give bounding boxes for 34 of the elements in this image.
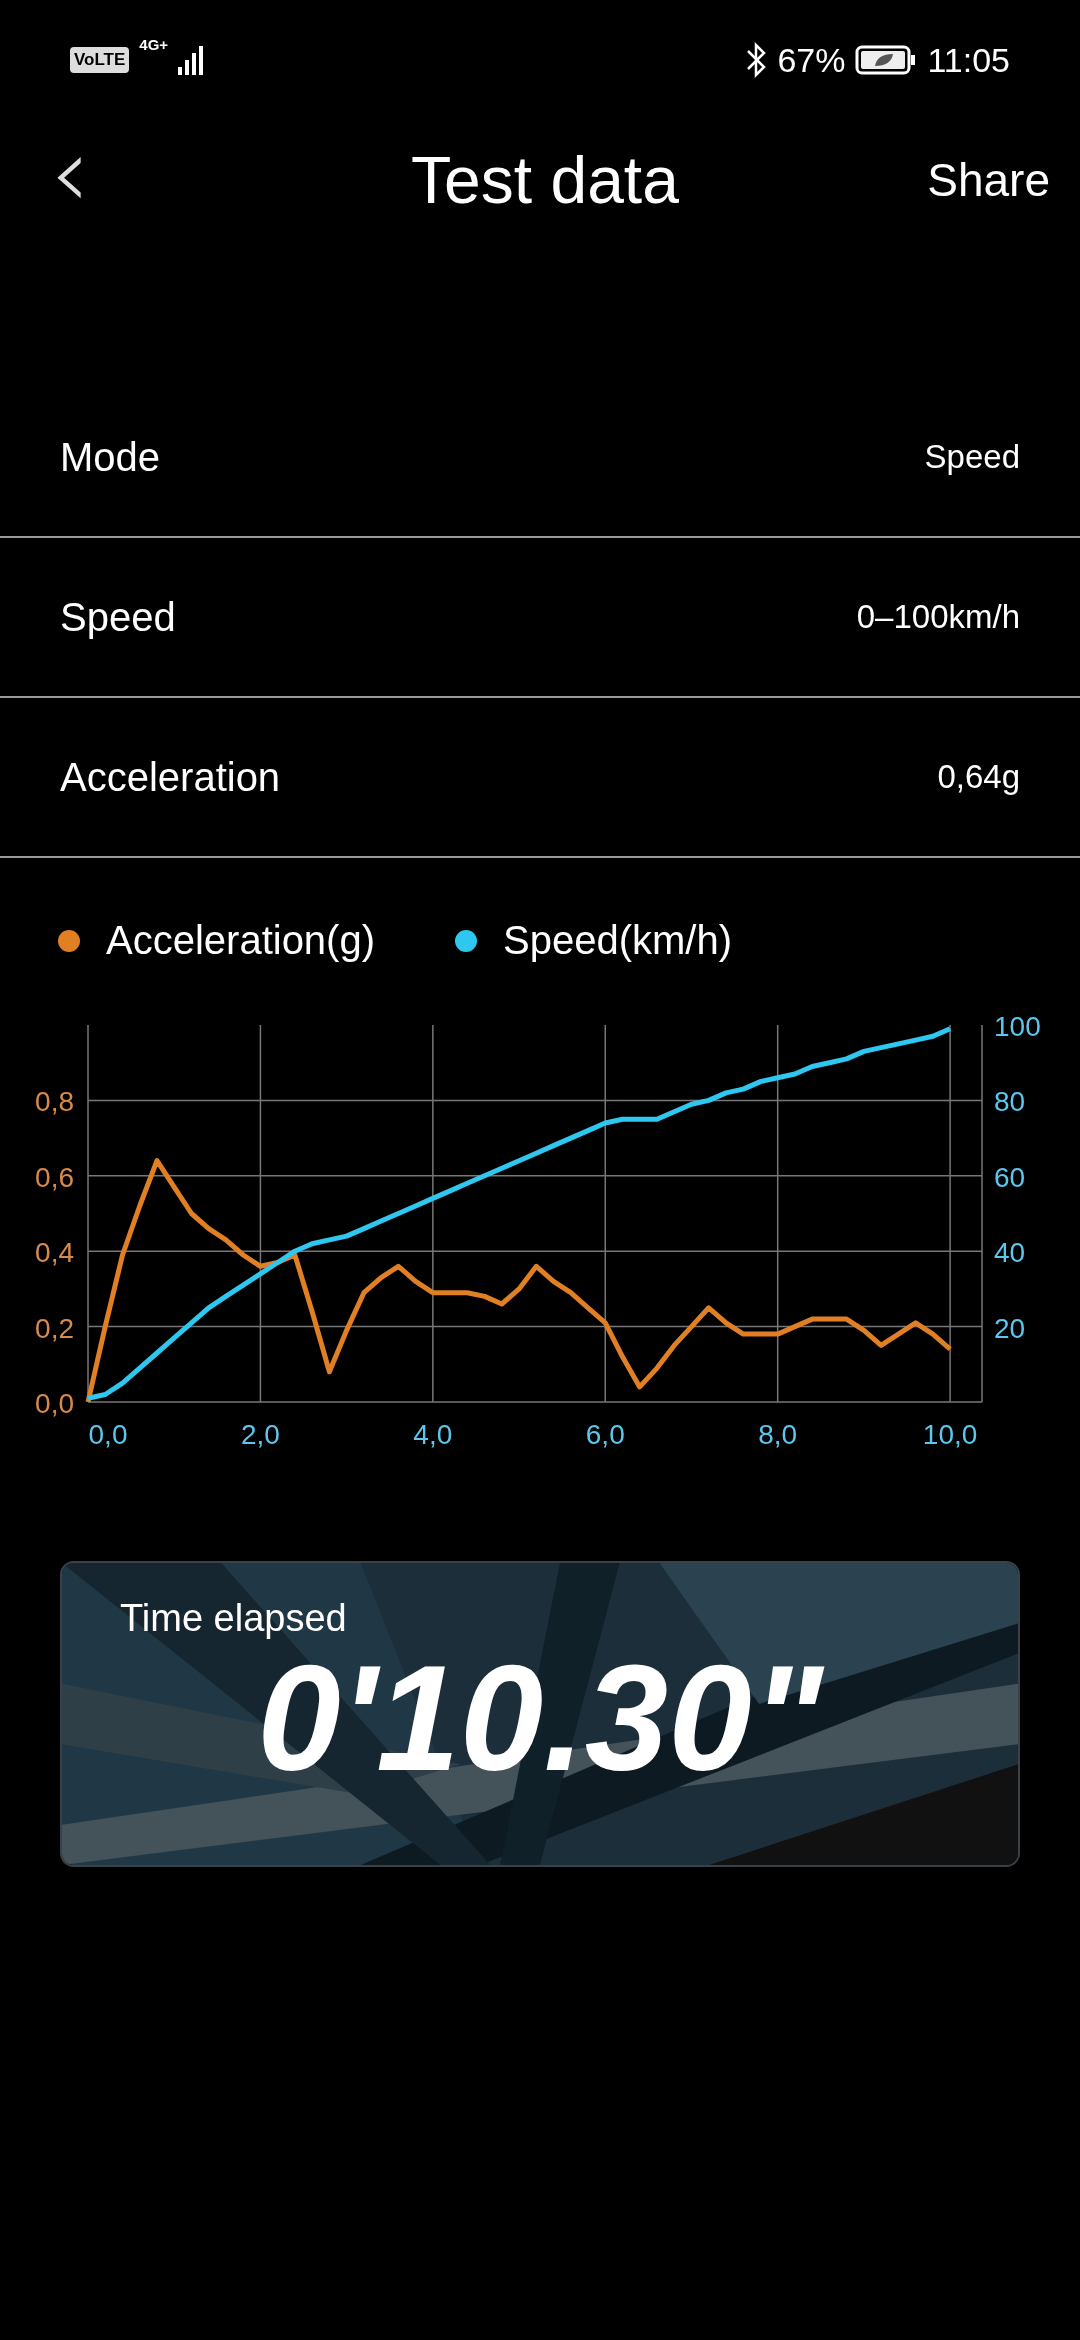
network-type: 4G+ xyxy=(139,36,169,53)
row-value: 0–100km/h xyxy=(856,598,1020,636)
axis-label: 10,0 xyxy=(922,1419,978,1450)
axis-label: 0,6 xyxy=(35,1161,74,1193)
signal-icon xyxy=(178,45,205,75)
bluetooth-icon xyxy=(745,42,768,78)
axis-label: 80 xyxy=(994,1086,1026,1118)
axis-label: 4,0 xyxy=(413,1419,453,1450)
row-label: Speed xyxy=(60,594,176,640)
row-label: Acceleration xyxy=(60,754,281,800)
axis-label: 0,0 xyxy=(35,1388,74,1419)
clock: 11:05 xyxy=(927,40,1010,80)
back-button[interactable]: ‹ xyxy=(40,123,100,237)
battery-percent: 67% xyxy=(777,40,846,80)
axis-label: 100 xyxy=(994,1011,1041,1042)
row-value: 0,64g xyxy=(937,758,1020,796)
legend-label: Acceleration(g) xyxy=(106,918,375,963)
axis-label: 0,2 xyxy=(35,1312,74,1344)
axis-label: 6,0 xyxy=(585,1419,625,1450)
axis-label: 0,0 xyxy=(88,1419,128,1450)
share-button[interactable]: Share xyxy=(927,153,1050,207)
axis-label: 40 xyxy=(994,1237,1026,1269)
battery-icon xyxy=(855,44,918,76)
axis-label: 20 xyxy=(994,1312,1026,1344)
volte-indicator: VoLTE xyxy=(70,47,130,73)
axis-label: 2,0 xyxy=(240,1419,280,1450)
row-value: Speed xyxy=(924,438,1020,476)
axis-label: 0,8 xyxy=(35,1086,74,1118)
row-label: Mode xyxy=(60,434,161,480)
page-title: Test data xyxy=(411,142,679,218)
axis-label: 60 xyxy=(994,1161,1026,1193)
axis-label: 0,4 xyxy=(35,1237,74,1269)
axis-label: 8,0 xyxy=(758,1419,798,1450)
legend-label: Speed(km/h) xyxy=(503,918,732,963)
